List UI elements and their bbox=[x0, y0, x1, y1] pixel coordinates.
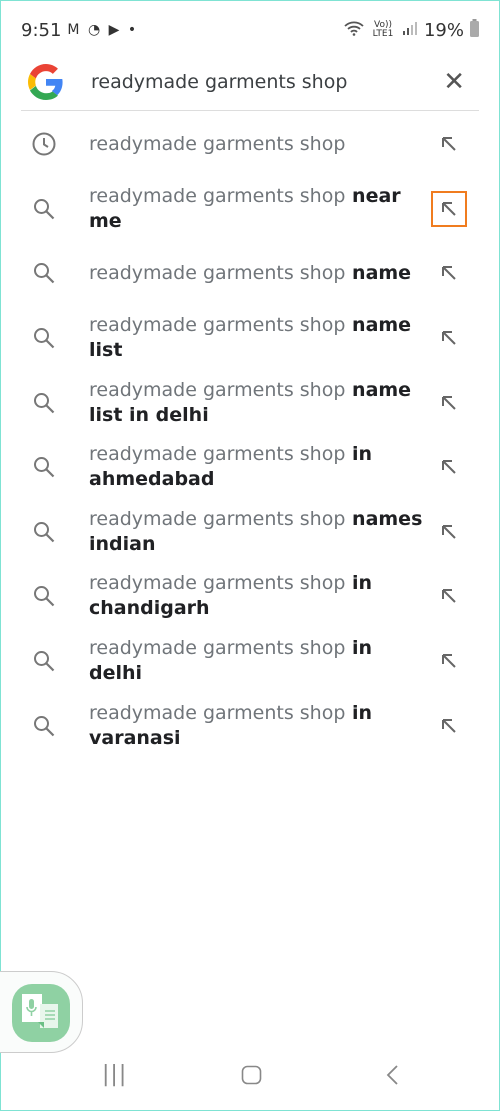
suggestion-item[interactable]: readymade garments shop names indian bbox=[1, 500, 499, 565]
suggestion-prefix: readymade garments shop bbox=[89, 378, 346, 401]
suggestion-prefix: readymade garments shop bbox=[89, 572, 346, 595]
suggestion-text: readymade garments shop in chandigarh bbox=[89, 571, 429, 621]
suggestion-list: readymade garments shop readymade garmen… bbox=[1, 112, 499, 758]
google-logo-icon bbox=[28, 63, 63, 100]
clock: 9:51 bbox=[21, 19, 62, 41]
search-icon bbox=[1, 197, 89, 221]
navigation-bar: ||| bbox=[1, 1062, 499, 1092]
suggestion-text: readymade garments shop name bbox=[89, 261, 429, 286]
recent-apps-button[interactable]: ||| bbox=[102, 1062, 127, 1087]
history-icon bbox=[1, 131, 89, 157]
fill-query-arrow-icon[interactable] bbox=[431, 449, 467, 485]
suggestion-item[interactable]: readymade garments shop name list bbox=[1, 306, 499, 371]
fill-query-arrow-icon[interactable] bbox=[431, 190, 467, 227]
battery-percent: 19% bbox=[423, 19, 464, 41]
suggestion-item[interactable]: readymade garments shop in varanasi bbox=[1, 693, 499, 758]
suggestion-item[interactable]: readymade garments shop bbox=[1, 112, 499, 177]
fill-query-arrow-icon[interactable] bbox=[431, 385, 467, 421]
suggestion-item[interactable]: readymade garments shop in delhi bbox=[1, 629, 499, 694]
notification-icons: M ◔ ▶ • bbox=[67, 22, 139, 38]
fill-query-arrow-icon[interactable] bbox=[431, 320, 467, 356]
fill-query-arrow-icon[interactable] bbox=[431, 708, 467, 744]
suggestion-prefix: readymade garments shop bbox=[89, 184, 346, 207]
suggestion-prefix: readymade garments shop bbox=[89, 443, 346, 466]
voice-input-floating-button[interactable] bbox=[0, 971, 83, 1053]
wifi-icon bbox=[344, 20, 364, 41]
suggestion-item[interactable]: readymade garments shop name bbox=[1, 241, 499, 306]
fill-query-arrow-icon[interactable] bbox=[431, 255, 467, 291]
suggestion-item[interactable]: readymade garments shop near me bbox=[1, 177, 499, 242]
search-icon bbox=[1, 520, 89, 544]
suggestion-text: readymade garments shop name list bbox=[89, 313, 429, 363]
suggestion-text: readymade garments shop bbox=[89, 132, 429, 157]
search-icon bbox=[1, 455, 89, 479]
suggestion-text: readymade garments shop in varanasi bbox=[89, 701, 429, 751]
signal-icon bbox=[402, 20, 418, 41]
search-icon bbox=[1, 649, 89, 673]
voice-to-text-app-icon[interactable] bbox=[12, 984, 70, 1042]
home-button[interactable] bbox=[241, 1065, 263, 1091]
search-icon bbox=[1, 261, 89, 285]
battery-icon bbox=[470, 18, 479, 42]
clear-search-button[interactable]: ✕ bbox=[443, 67, 465, 97]
suggestion-prefix: readymade garments shop bbox=[89, 701, 346, 724]
search-icon bbox=[1, 391, 89, 415]
suggestion-item[interactable]: readymade garments shop in chandigarh bbox=[1, 564, 499, 629]
status-bar: 9:51 M ◔ ▶ • Vo)) LTE1 19% bbox=[21, 15, 479, 45]
suggestion-text: readymade garments shop name list in del… bbox=[89, 378, 429, 428]
fill-query-arrow-icon[interactable] bbox=[431, 578, 467, 614]
network-label: Vo)) LTE1 bbox=[372, 20, 394, 39]
fill-query-arrow-icon[interactable] bbox=[431, 514, 467, 550]
fill-query-arrow-icon[interactable] bbox=[431, 643, 467, 679]
suggestion-text: readymade garments shop in ahmedabad bbox=[89, 442, 429, 492]
suggestion-prefix: readymade garments shop bbox=[89, 261, 346, 284]
suggestion-text: readymade garments shop names indian bbox=[89, 507, 429, 557]
search-bar[interactable]: readymade garments shop ✕ bbox=[21, 53, 479, 111]
fill-query-arrow-icon[interactable] bbox=[431, 126, 467, 162]
search-icon bbox=[1, 584, 89, 608]
suggestion-item[interactable]: readymade garments shop in ahmedabad bbox=[1, 435, 499, 500]
suggestion-prefix: readymade garments shop bbox=[89, 637, 346, 660]
search-icon bbox=[1, 326, 89, 350]
suggestion-prefix: readymade garments shop bbox=[89, 132, 346, 155]
suggestion-suffix: name bbox=[345, 261, 412, 284]
search-input[interactable]: readymade garments shop bbox=[91, 71, 347, 93]
suggestion-prefix: readymade garments shop bbox=[89, 507, 346, 530]
suggestion-text: readymade garments shop in delhi bbox=[89, 636, 429, 686]
suggestion-text: readymade garments shop near me bbox=[89, 184, 429, 234]
suggestion-item[interactable]: readymade garments shop name list in del… bbox=[1, 370, 499, 435]
suggestion-prefix: readymade garments shop bbox=[89, 314, 346, 337]
back-button[interactable] bbox=[385, 1064, 399, 1092]
search-icon bbox=[1, 714, 89, 738]
